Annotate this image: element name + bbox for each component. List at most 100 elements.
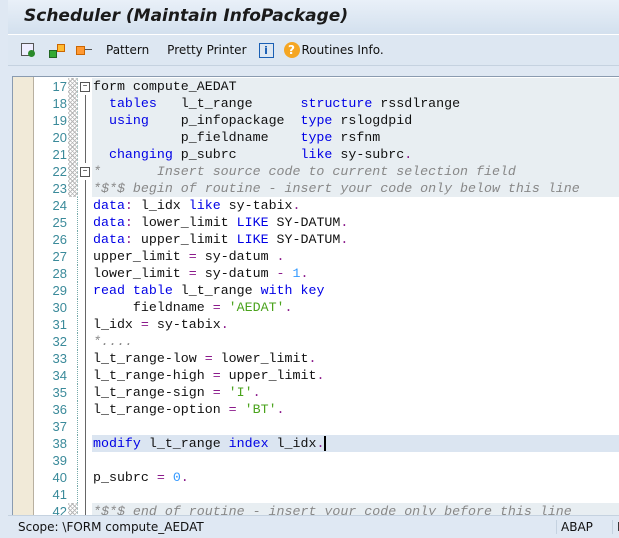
window-title: Scheduler (Maintain InfoPackage) <box>24 6 349 26</box>
code-line[interactable]: 32 *.... <box>34 333 619 350</box>
routines-info-button[interactable]: ? Routines Info. <box>283 42 384 58</box>
scope-label: Scope: \FORM compute_AEDAT <box>18 520 204 534</box>
code-line[interactable]: 30 fieldname = 'AEDAT'. <box>34 299 619 316</box>
code-token: . <box>316 436 325 451</box>
code-line[interactable]: 33 l_t_range-low = lower_limit. <box>34 350 619 367</box>
code-token: 0 <box>172 470 181 485</box>
code-editor[interactable]: 17− form compute_AEDAT 18 tables l_t_range… <box>12 76 619 516</box>
code-line[interactable]: 23 *$*$ begin of routine - insert your co… <box>34 180 619 197</box>
activate-button[interactable] <box>48 42 65 58</box>
code-token: like <box>188 198 221 213</box>
code-text[interactable]: *$*$ begin of routine - insert your code… <box>92 180 619 197</box>
fold-marker[interactable]: − <box>80 163 90 180</box>
code-line[interactable]: 39 <box>34 452 619 469</box>
line-number: 24 <box>52 198 67 213</box>
code-text[interactable]: upper_limit = sy-datum . <box>92 248 619 265</box>
code-text[interactable]: p_fieldname type rsfnm <box>92 129 619 146</box>
line-marker <box>68 316 78 333</box>
code-line[interactable]: 34 l_t_range-high = upper_limit. <box>34 367 619 384</box>
fold-marker <box>80 452 90 469</box>
code-text[interactable] <box>92 486 619 503</box>
line-number: 31 <box>52 317 67 332</box>
activate-icon <box>48 42 65 58</box>
line-number: 20 <box>52 130 67 145</box>
code-line[interactable]: 26 data: upper_limit LIKE SY-DATUM. <box>34 231 619 248</box>
line-number: 32 <box>52 334 67 349</box>
code-text[interactable]: data: lower_limit LIKE SY-DATUM. <box>92 214 619 231</box>
where-used-button[interactable] <box>76 42 92 58</box>
code-text[interactable]: fieldname = 'AEDAT'. <box>92 299 619 316</box>
code-token: - <box>276 266 285 281</box>
code-text[interactable]: using p_infopackage type rslogdpid <box>92 112 619 129</box>
code-token: l_t_range <box>156 96 301 111</box>
code-text[interactable]: tables l_t_range structure rssdlrange <box>92 95 619 112</box>
code-text[interactable]: l_t_range-low = lower_limit. <box>92 350 619 367</box>
code-text[interactable]: modify l_t_range index l_idx. <box>92 435 619 452</box>
code-line[interactable]: 24 data: l_idx like sy-tabix. <box>34 197 619 214</box>
code-text[interactable]: data: l_idx like sy-tabix. <box>92 197 619 214</box>
code-line[interactable]: 36 l_t_range-option = 'BT'. <box>34 401 619 418</box>
fold-marker[interactable]: − <box>80 78 90 95</box>
check-syntax-button[interactable] <box>20 42 36 58</box>
code-text[interactable]: p_subrc = 0. <box>92 469 619 486</box>
code-text[interactable]: changing p_subrc like sy-subrc. <box>92 146 619 163</box>
code-token: = <box>140 317 149 332</box>
code-text[interactable] <box>92 452 619 469</box>
pretty-printer-button[interactable]: Pretty Printer <box>167 43 246 57</box>
collapse-icon[interactable]: − <box>80 82 90 92</box>
code-text[interactable]: l_t_range-option = 'BT'. <box>92 401 619 418</box>
code-text[interactable]: l_t_range-sign = 'I'. <box>92 384 619 401</box>
code-text[interactable]: read table l_t_range with key <box>92 282 619 299</box>
code-text[interactable]: form compute_AEDAT <box>92 78 619 95</box>
pattern-button[interactable]: Pattern <box>106 43 149 57</box>
code-token: = <box>212 300 221 315</box>
code-text[interactable]: l_idx = sy-tabix. <box>92 316 619 333</box>
code-line[interactable]: 19 using p_infopackage type rslogdpid <box>34 112 619 129</box>
code-token: sy-subrc <box>332 147 405 162</box>
fold-marker <box>80 180 90 197</box>
code-line[interactable]: 31 l_idx = sy-tabix. <box>34 316 619 333</box>
code-line[interactable]: 25 data: lower_limit LIKE SY-DATUM. <box>34 214 619 231</box>
code-text[interactable]: * Insert source code to current selectio… <box>92 163 619 180</box>
where-used-icon <box>76 42 92 58</box>
collapse-icon[interactable]: − <box>80 167 90 177</box>
code-line[interactable]: 22 − * Insert source code to current selec… <box>34 163 619 180</box>
check-syntax-icon <box>20 42 36 58</box>
code-token: sy-tabix <box>148 317 221 332</box>
code-text[interactable]: l_t_range-high = upper_limit. <box>92 367 619 384</box>
code-text[interactable]: *.... <box>92 333 619 350</box>
line-marker <box>68 197 78 214</box>
code-line[interactable]: 17 − form compute_AEDAT <box>34 78 619 95</box>
code-line[interactable]: 27 upper_limit = sy-datum . <box>34 248 619 265</box>
code-line[interactable]: 28 lower_limit = sy-datum - 1. <box>34 265 619 282</box>
fold-marker <box>80 265 90 282</box>
line-marker <box>68 282 78 299</box>
code-token: like <box>300 147 333 162</box>
code-line[interactable]: 35 l_t_range-sign = 'I'. <box>34 384 619 401</box>
line-number: 37 <box>52 419 67 434</box>
code-text[interactable]: data: upper_limit LIKE SY-DATUM. <box>92 231 619 248</box>
fold-marker <box>80 248 90 265</box>
code-line[interactable]: 38 modify l_t_range index l_idx. <box>34 435 619 452</box>
code-line[interactable]: 29 read table l_t_range with key <box>34 282 619 299</box>
info-button[interactable]: i <box>258 42 274 58</box>
code-token: : <box>124 198 133 213</box>
code-token: . <box>340 215 349 230</box>
code-line[interactable]: 37 <box>34 418 619 435</box>
code-line[interactable]: 20 p_fieldname type rsfnm <box>34 129 619 146</box>
code-line[interactable]: 40 p_subrc = 0. <box>34 469 619 486</box>
code-text[interactable] <box>92 418 619 435</box>
line-marker <box>68 299 78 316</box>
code-line[interactable]: 41 <box>34 486 619 503</box>
code-token: rsfnm <box>332 130 381 145</box>
code-line[interactable]: 18 tables l_t_range structure rssdlrange <box>34 95 619 112</box>
code-line[interactable]: 21 changing p_subrc like sy-subrc. <box>34 146 619 163</box>
code-token: upper_limit <box>132 232 237 247</box>
code-text[interactable]: lower_limit = sy-datum - 1. <box>92 265 619 282</box>
code-token: . <box>276 402 285 417</box>
code-token: l_t_range-high <box>93 368 213 383</box>
